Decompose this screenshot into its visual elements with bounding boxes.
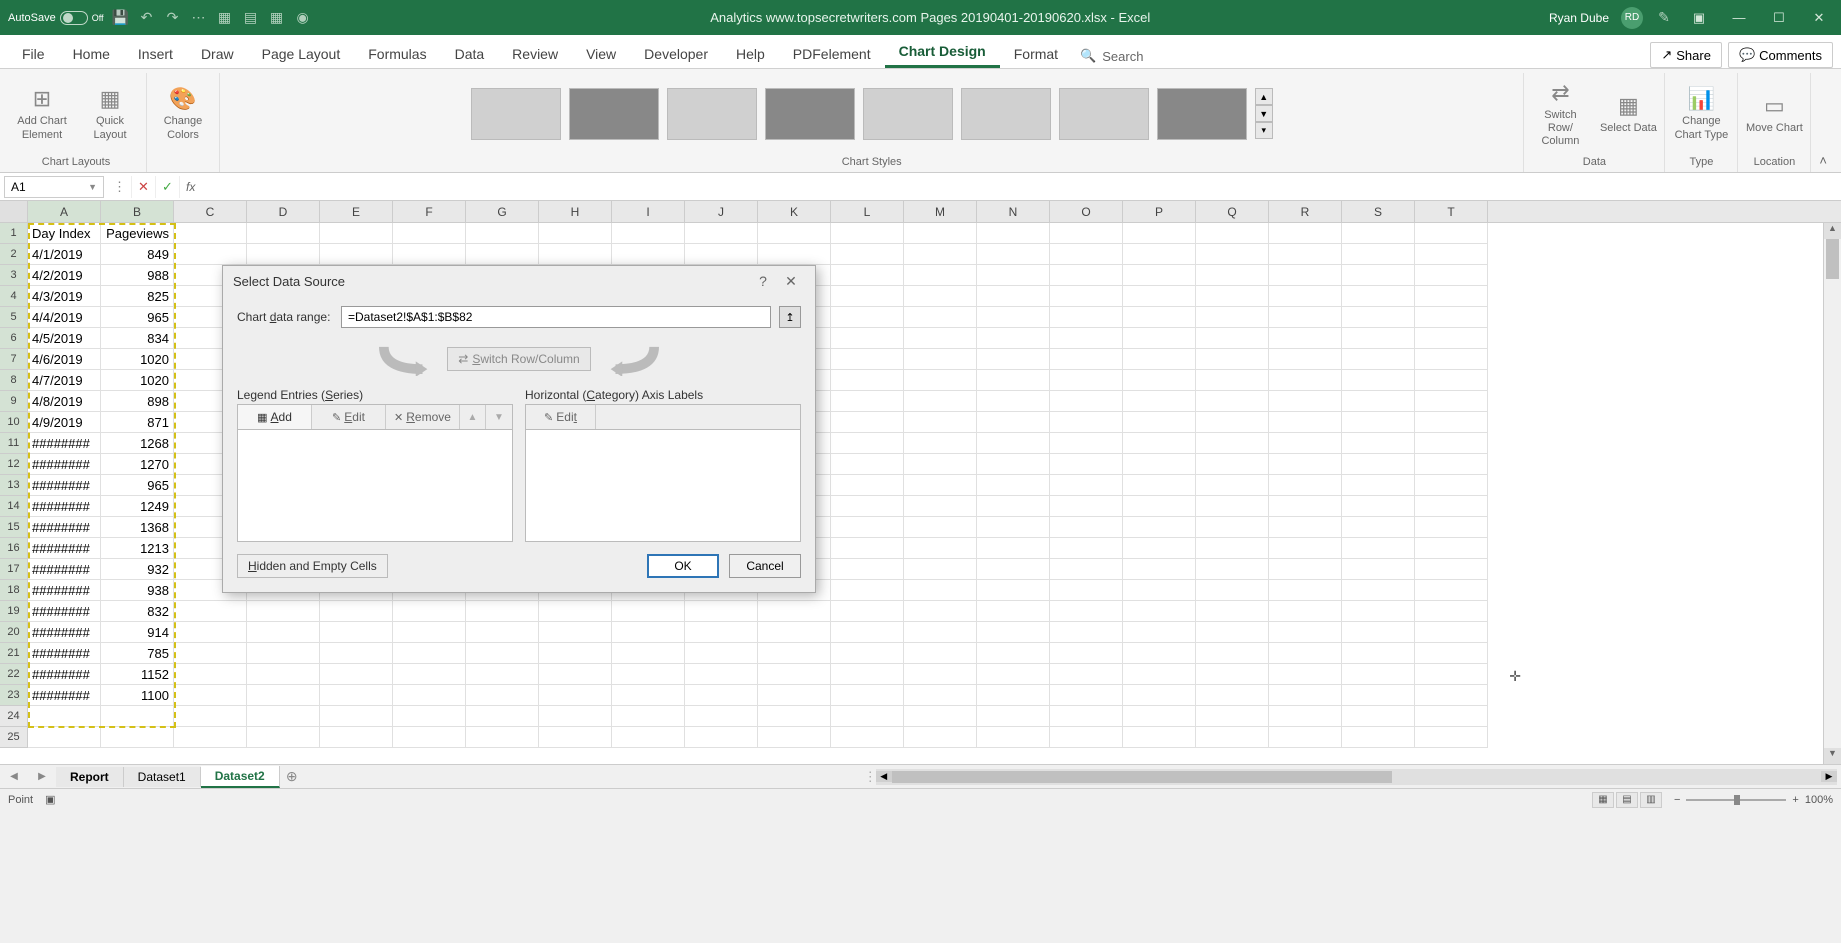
remove-icon: ✕: [394, 411, 403, 424]
axis-listbox[interactable]: [525, 430, 801, 542]
switch-row-column-button: ⇄ Switch Row/Column: [447, 347, 590, 371]
add-icon: ▦: [257, 411, 267, 424]
collapse-dialog-icon[interactable]: ↥: [779, 306, 801, 328]
ok-button[interactable]: OK: [647, 554, 719, 578]
axis-labels-section: Horizontal (Category) Axis Labels ✎Edit: [525, 388, 801, 542]
select-data-source-dialog: Select Data Source ? ✕ Chart data range:…: [222, 265, 816, 593]
dialog-title-text: Select Data Source: [233, 274, 345, 289]
axis-labels-heading: Horizontal (Category) Axis Labels: [525, 388, 801, 402]
switch-icon: ⇄: [458, 352, 468, 366]
legend-entries-section: Legend Entries (Series) ▦Add ✎Edit ✕Remo…: [237, 388, 513, 542]
add-series-button[interactable]: ▦Add: [238, 405, 312, 429]
edit-axis-button: ✎Edit: [526, 405, 596, 429]
curve-arrow-left-icon: [379, 342, 437, 376]
cancel-button[interactable]: Cancel: [729, 554, 801, 578]
close-dialog-icon[interactable]: ✕: [777, 269, 805, 293]
remove-series-button: ✕Remove: [386, 405, 460, 429]
edit-icon: ✎: [544, 411, 553, 424]
edit-series-button: ✎Edit: [312, 405, 386, 429]
curve-arrow-right-icon: [601, 342, 659, 376]
chart-data-range-input[interactable]: [341, 306, 771, 328]
help-icon[interactable]: ?: [749, 269, 777, 293]
move-down-icon: ▼: [486, 405, 512, 429]
edit-icon: ✎: [332, 411, 341, 424]
chart-data-range-label: Chart data range:: [237, 310, 333, 324]
modal-overlay: Select Data Source ? ✕ Chart data range:…: [0, 0, 1841, 943]
hidden-empty-cells-button[interactable]: Hidden and Empty Cells: [237, 554, 388, 578]
legend-entries-heading: Legend Entries (Series): [237, 388, 513, 402]
dialog-titlebar[interactable]: Select Data Source ? ✕: [223, 266, 815, 296]
series-listbox[interactable]: [237, 430, 513, 542]
move-up-icon: ▲: [460, 405, 486, 429]
